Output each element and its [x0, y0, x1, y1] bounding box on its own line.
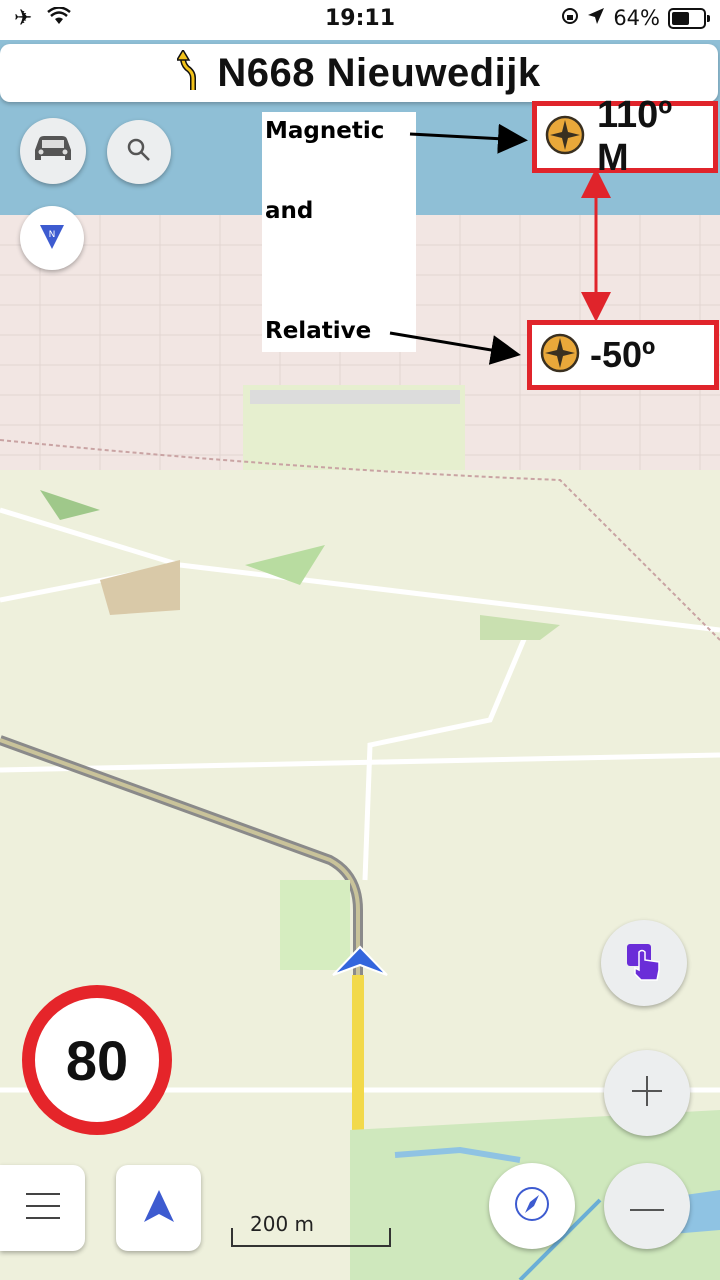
- compass-icon: [514, 1186, 550, 1226]
- compass-button[interactable]: [489, 1163, 575, 1249]
- relative-heading-readout[interactable]: -50º: [527, 320, 719, 390]
- minus-icon: [630, 1197, 664, 1216]
- zoom-in-button[interactable]: [604, 1050, 690, 1136]
- arrow-to-magnetic: [409, 123, 528, 154]
- plus-icon: [630, 1074, 664, 1112]
- magnetic-heading-readout[interactable]: 110º M: [532, 94, 718, 179]
- relative-heading-value: -50º: [590, 334, 656, 375]
- touch-hand-icon: [623, 940, 665, 986]
- zoom-out-button[interactable]: [604, 1163, 690, 1249]
- hamburger-icon: [25, 1192, 60, 1224]
- interaction-lock-button[interactable]: [601, 920, 687, 1006]
- navigation-button[interactable]: [116, 1165, 201, 1251]
- magnetic-heading-value: 110º M: [597, 94, 673, 179]
- compass-rose-icon: [540, 333, 580, 377]
- compass-rose-icon: [545, 115, 585, 159]
- menu-button[interactable]: [0, 1165, 85, 1251]
- speed-limit-value: 80: [65, 1028, 129, 1092]
- speed-limit-sign: 80: [22, 985, 172, 1135]
- arrow-to-relative: [389, 331, 521, 365]
- navigation-arrow-icon: [143, 1189, 175, 1227]
- scale-bar-label: 200 m: [250, 1212, 315, 1236]
